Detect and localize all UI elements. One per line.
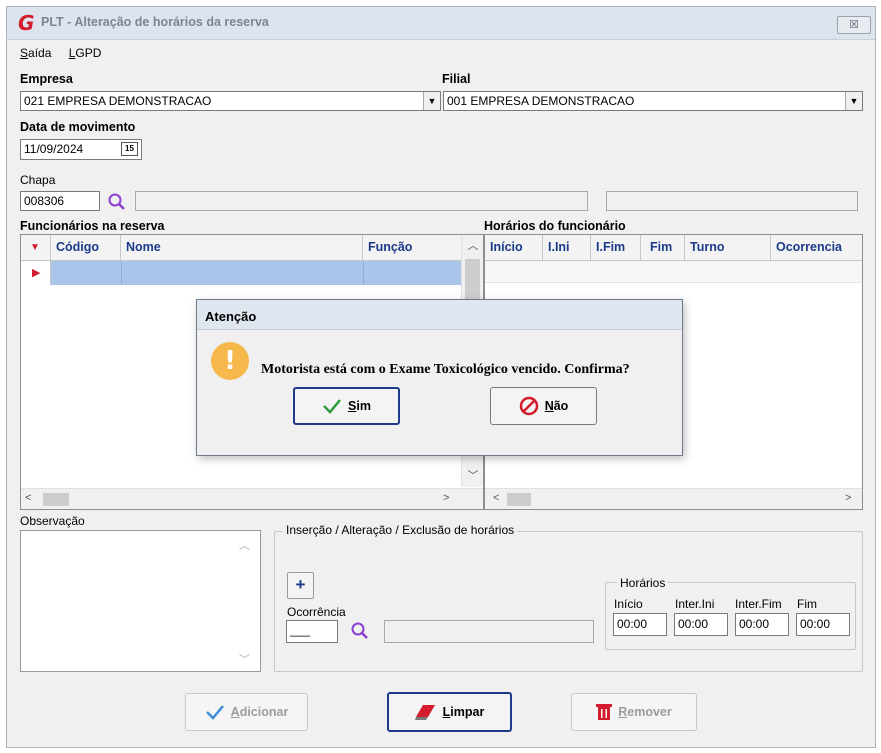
inter-ini-input[interactable]: 00:00 [674, 613, 728, 636]
menu-bar: Saída LGPD [20, 46, 115, 60]
chapa-extra-field [606, 191, 858, 211]
calendar-icon[interactable]: 15 [121, 142, 138, 156]
horizontal-scrollbar[interactable]: < > [21, 488, 483, 509]
col-fim[interactable]: Fim [641, 235, 685, 260]
horarios-header: Início I.Ini I.Fim Fim Turno Ocorrencia [485, 235, 862, 261]
col-codigo[interactable]: Código [51, 235, 121, 260]
menu-lgpd[interactable]: LGPD [69, 46, 102, 60]
check-icon [323, 399, 341, 414]
limpar-label: Limpar [442, 705, 485, 719]
horarios-title: Horários [617, 576, 669, 590]
add-icon[interactable]: + [287, 572, 314, 599]
funcionarios-header: ▼ Código Nome Função [21, 235, 461, 261]
fim-label: Fim [797, 597, 817, 611]
ocorrencia-input[interactable]: ___ [286, 620, 338, 643]
chapa-name-field [135, 191, 588, 211]
col-ocorrencia[interactable]: Ocorrencia [771, 235, 862, 260]
insercao-title: Inserção / Alteração / Exclusão de horár… [283, 523, 518, 537]
scroll-thumb-h[interactable] [507, 493, 531, 506]
warning-icon: ! [211, 342, 249, 380]
remover-button[interactable]: Remover [571, 693, 697, 731]
row-indicator-icon: ▶ [21, 261, 51, 285]
scroll-left-icon[interactable]: < [25, 492, 31, 504]
menu-saida[interactable]: Saída [20, 46, 51, 60]
check-icon [205, 705, 224, 720]
selected-row[interactable] [51, 261, 461, 285]
inter-fim-label: Inter.Fim [735, 597, 782, 611]
scroll-up-icon[interactable]: ︿ [239, 537, 250, 553]
col-turno[interactable]: Turno [685, 235, 771, 260]
data-movimento-field[interactable]: 11/09/2024 15 [20, 139, 142, 160]
eraser-icon [414, 705, 435, 720]
empresa-label: Empresa [20, 72, 73, 86]
nao-button[interactable]: Não [490, 387, 597, 425]
search-icon[interactable] [350, 621, 370, 641]
inter-ini-label: Inter.Ini [675, 597, 715, 611]
table-row[interactable] [485, 261, 862, 283]
scroll-down-icon[interactable]: ﹀ [462, 467, 484, 483]
ocorrencia-desc-field [384, 620, 594, 643]
empresa-select[interactable]: 021 EMPRESA DEMONSTRACAO ▼ [20, 91, 441, 111]
dialog-title: Atenção [197, 300, 682, 330]
observacao-label: Observação [20, 514, 85, 528]
chapa-input[interactable]: 008306 [20, 191, 100, 211]
horizontal-scrollbar[interactable]: < > [485, 488, 862, 509]
title-bar[interactable]: G PLT - Alteração de horários da reserva… [7, 7, 875, 40]
chevron-down-icon[interactable]: ▼ [845, 92, 862, 110]
limpar-button[interactable]: Limpar [387, 692, 512, 732]
close-button[interactable]: ☒ [837, 16, 871, 34]
col-nome[interactable]: Nome [121, 235, 363, 260]
col-inicio[interactable]: Início [485, 235, 543, 260]
search-icon[interactable] [107, 192, 127, 212]
funcionarios-label: Funcionários na reserva [20, 219, 165, 233]
dialog-message: Motorista está com o Exame Toxicológico … [261, 362, 630, 377]
filial-select[interactable]: 001 EMPRESA DEMONSTRACAO ▼ [443, 91, 863, 111]
data-movimento-label: Data de movimento [20, 120, 136, 134]
scroll-thumb[interactable] [465, 259, 480, 299]
sort-indicator-icon: ▼ [21, 235, 51, 260]
scroll-right-icon[interactable]: > [443, 492, 449, 504]
trash-icon [596, 704, 613, 720]
remover-label: Remover [618, 705, 672, 719]
scroll-thumb-h[interactable] [43, 493, 69, 506]
scroll-left-icon[interactable]: < [493, 492, 499, 504]
observacao-textarea[interactable]: ︿ ﹀ [20, 530, 261, 672]
chapa-label: Chapa [20, 173, 56, 187]
scroll-down-icon[interactable]: ﹀ [239, 651, 250, 667]
inicio-label: Início [614, 597, 643, 611]
ocorrencia-label: Ocorrência [287, 605, 346, 619]
filial-label: Filial [442, 72, 471, 86]
inter-fim-input[interactable]: 00:00 [735, 613, 789, 636]
scroll-up-icon[interactable]: ︿ [462, 237, 484, 253]
confirm-dialog: Atenção ! Motorista está com o Exame Tox… [196, 299, 683, 456]
table-row[interactable]: ▶ [21, 261, 461, 285]
chevron-down-icon[interactable]: ▼ [423, 92, 440, 110]
adicionar-button[interactable]: Adicionar [185, 693, 308, 731]
forbidden-icon [519, 396, 538, 416]
scroll-right-icon[interactable]: > [845, 492, 851, 504]
filial-value: 001 EMPRESA DEMONSTRACAO [447, 94, 635, 108]
sim-label: Sim [348, 399, 371, 413]
sim-button[interactable]: Sim [293, 387, 400, 425]
adicionar-label: Adicionar [230, 705, 289, 719]
col-i-fim[interactable]: I.Fim [591, 235, 641, 260]
col-i-ini[interactable]: I.Ini [543, 235, 591, 260]
col-funcao[interactable]: Função [363, 235, 461, 260]
nao-label: Não [544, 399, 569, 413]
fim-input[interactable]: 00:00 [796, 613, 850, 636]
window-title: PLT - Alteração de horários da reserva [41, 15, 269, 29]
app-logo-icon: G [18, 11, 35, 35]
horarios-funcionario-label: Horários do funcionário [484, 219, 626, 233]
data-movimento-value: 11/09/2024 [24, 142, 84, 156]
empresa-value: 021 EMPRESA DEMONSTRACAO [24, 94, 212, 108]
inicio-input[interactable]: 00:00 [613, 613, 667, 636]
